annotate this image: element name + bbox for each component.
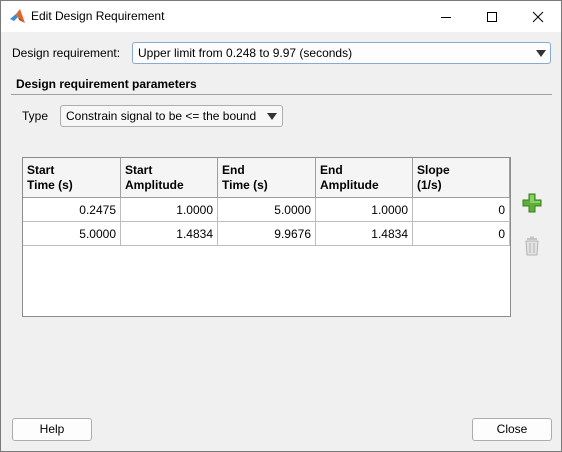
- table-cell[interactable]: 1.0000: [316, 198, 413, 222]
- design-requirement-value: Upper limit from 0.248 to 9.97 (seconds): [138, 46, 353, 60]
- type-label: Type: [22, 109, 49, 123]
- table-cell[interactable]: 1.4834: [316, 222, 413, 246]
- column-header-line: Start: [125, 163, 153, 177]
- table-cell[interactable]: 0: [413, 198, 510, 222]
- column-header-line: Slope: [417, 163, 450, 177]
- help-button[interactable]: Help: [12, 418, 92, 441]
- table-cell[interactable]: 0: [413, 222, 510, 246]
- column-header-line: End: [320, 163, 343, 177]
- design-requirement-dropdown[interactable]: Upper limit from 0.248 to 9.97 (seconds): [132, 42, 551, 64]
- table-cell[interactable]: 1.0000: [121, 198, 218, 222]
- column-header-line: (1/s): [417, 178, 442, 192]
- section-title: Design requirement parameters: [16, 77, 197, 91]
- column-header-start-time[interactable]: Start Time (s): [23, 158, 121, 198]
- type-value: Constrain signal to be <= the bound: [66, 109, 257, 123]
- edit-design-requirement-dialog: Edit Design Requirement Design requireme…: [0, 0, 562, 452]
- table-row: 0.2475 1.0000 5.0000 1.0000 0: [23, 198, 510, 222]
- table-cell[interactable]: 0.2475: [23, 198, 121, 222]
- table-cell[interactable]: 9.9676: [218, 222, 316, 246]
- column-header-slope[interactable]: Slope (1/s): [413, 158, 510, 198]
- column-header-end-amplitude[interactable]: End Amplitude: [316, 158, 413, 198]
- maximize-button[interactable]: [469, 1, 515, 32]
- minimize-button[interactable]: [423, 1, 469, 32]
- matlab-icon: [10, 9, 25, 23]
- add-row-button[interactable]: [521, 192, 543, 214]
- delete-row-button[interactable]: [521, 235, 543, 257]
- requirement-table: Start Time (s) Start Amplitude End Time …: [22, 157, 511, 317]
- delete-row-icon: [525, 236, 539, 256]
- design-requirement-label: Design requirement:: [12, 46, 121, 60]
- table-cell[interactable]: 5.0000: [218, 198, 316, 222]
- table-row: 5.0000 1.4834 9.9676 1.4834 0: [23, 222, 510, 246]
- column-header-end-time[interactable]: End Time (s): [218, 158, 316, 198]
- title-bar: Edit Design Requirement: [1, 1, 561, 32]
- table-cell[interactable]: 5.0000: [23, 222, 121, 246]
- close-button[interactable]: Close: [472, 418, 552, 441]
- add-row-icon: [522, 193, 542, 213]
- column-header-line: Amplitude: [125, 178, 184, 192]
- table-header: Start Time (s) Start Amplitude End Time …: [23, 158, 510, 198]
- minimize-icon: [441, 17, 451, 18]
- column-header-line: Start: [27, 163, 55, 177]
- column-header-line: Time (s): [27, 178, 73, 192]
- column-header-line: Time (s): [222, 178, 268, 192]
- type-dropdown[interactable]: Constrain signal to be <= the bound: [60, 105, 283, 127]
- chevron-down-icon: [267, 113, 277, 120]
- close-icon: [532, 11, 544, 23]
- column-header-line: End: [222, 163, 245, 177]
- section-divider: [11, 94, 552, 95]
- table-cell[interactable]: 1.4834: [121, 222, 218, 246]
- maximize-icon: [487, 12, 497, 22]
- column-header-line: Amplitude: [320, 178, 379, 192]
- window-title: Edit Design Requirement: [31, 9, 165, 23]
- column-header-start-amplitude[interactable]: Start Amplitude: [121, 158, 218, 198]
- close-window-button[interactable]: [515, 1, 561, 32]
- chevron-down-icon: [536, 50, 546, 57]
